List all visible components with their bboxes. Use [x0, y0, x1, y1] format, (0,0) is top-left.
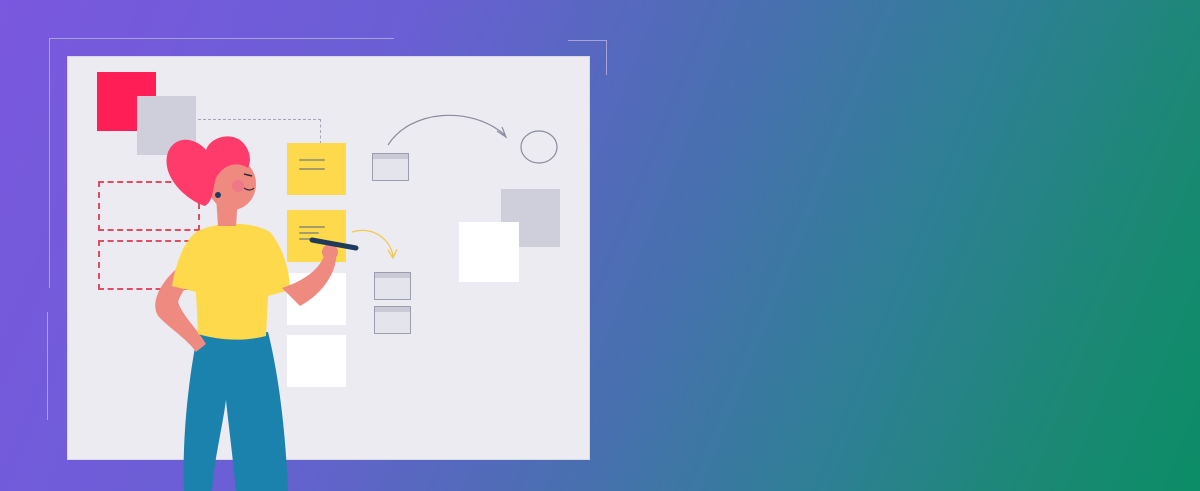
arrow-icon [387, 114, 506, 146]
circle-shape [520, 130, 558, 164]
woman-figure [155, 136, 359, 491]
right-arm [282, 252, 337, 306]
pants [183, 332, 288, 491]
